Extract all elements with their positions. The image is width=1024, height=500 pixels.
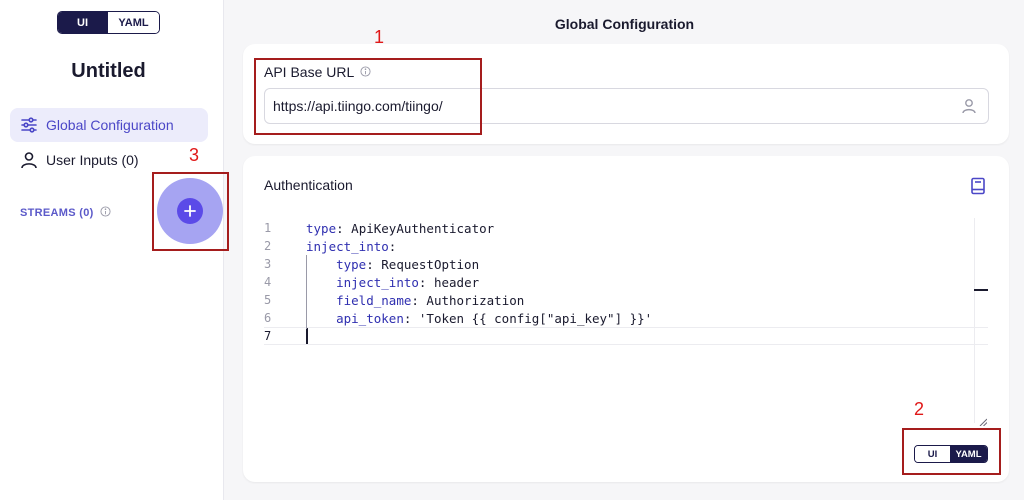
line-number: 6 — [264, 311, 272, 325]
annotation-number-1: 1 — [374, 27, 385, 47]
editor-scrollbar[interactable] — [974, 218, 988, 423]
code-line: 6 api_token: 'Token {{ config["api_key"]… — [264, 310, 653, 326]
sidebar-item-label: User Inputs (0) — [46, 152, 139, 168]
yaml-key: field_name — [336, 292, 412, 308]
code-line: 2 inject_into: — [264, 238, 397, 254]
streams-header: STREAMS (0) — [20, 206, 111, 220]
annotation-number-3: 3 — [189, 145, 200, 165]
yaml-key: inject_into — [306, 238, 389, 254]
user-icon — [19, 150, 39, 170]
annotation-box-2 — [902, 428, 1001, 475]
page-title: Global Configuration — [554, 16, 695, 32]
yaml-value: ApiKeyAuthenticator — [343, 220, 495, 236]
sidebar-item-label: Global Configuration — [46, 117, 174, 133]
yaml-key: type — [336, 256, 367, 272]
text-caret — [306, 328, 308, 344]
yaml-value: Authorization — [418, 292, 525, 308]
line-number: 3 — [264, 257, 272, 271]
code-line: 4 inject_into: header — [264, 274, 480, 290]
info-icon[interactable] — [100, 206, 111, 220]
user-input-icon[interactable] — [960, 97, 978, 115]
line-number: 2 — [264, 239, 272, 253]
project-title[interactable]: Untitled — [0, 60, 217, 83]
yaml-key: inject_into — [336, 274, 419, 290]
indent-guide — [306, 255, 307, 329]
annotation-box-1 — [254, 58, 482, 135]
sliders-icon — [19, 115, 39, 135]
yaml-key: api_token — [336, 310, 404, 326]
line-number: 4 — [264, 275, 272, 289]
line-number: 7 — [264, 329, 272, 343]
sidebar-item-global-configuration[interactable]: Global Configuration — [10, 108, 208, 142]
authentication-title: Authentication — [264, 177, 353, 193]
editor-scrollbar-thumb[interactable] — [974, 289, 988, 291]
code-line-current: 7 — [264, 327, 988, 345]
code-line: 5 field_name: Authorization — [264, 292, 525, 308]
line-number: 1 — [264, 221, 272, 235]
resize-grip-icon[interactable] — [979, 413, 988, 427]
ui-mode-button[interactable]: UI — [58, 12, 108, 33]
line-number: 5 — [264, 293, 272, 307]
yaml-value: 'Token {{ config["api_key"] }}' — [411, 310, 653, 326]
view-mode-toggle[interactable]: UI YAML — [57, 11, 160, 34]
yaml-key: type — [306, 220, 337, 236]
annotation-box-3 — [152, 172, 229, 251]
yaml-code-editor[interactable]: 1 type: ApiKeyAuthenticator 2 inject_int… — [264, 218, 994, 423]
code-line: 1 type: ApiKeyAuthenticator — [264, 220, 495, 236]
yaml-value: header — [426, 274, 480, 290]
annotation-number-2: 2 — [914, 399, 925, 419]
yaml-value: RequestOption — [373, 256, 480, 272]
book-icon[interactable] — [970, 177, 986, 195]
yaml-mode-button[interactable]: YAML — [107, 12, 159, 33]
authentication-card: Authentication 1 type: ApiKeyAuthenticat… — [243, 156, 1009, 482]
code-line: 3 type: RequestOption — [264, 256, 480, 272]
streams-label: STREAMS (0) — [20, 207, 94, 219]
